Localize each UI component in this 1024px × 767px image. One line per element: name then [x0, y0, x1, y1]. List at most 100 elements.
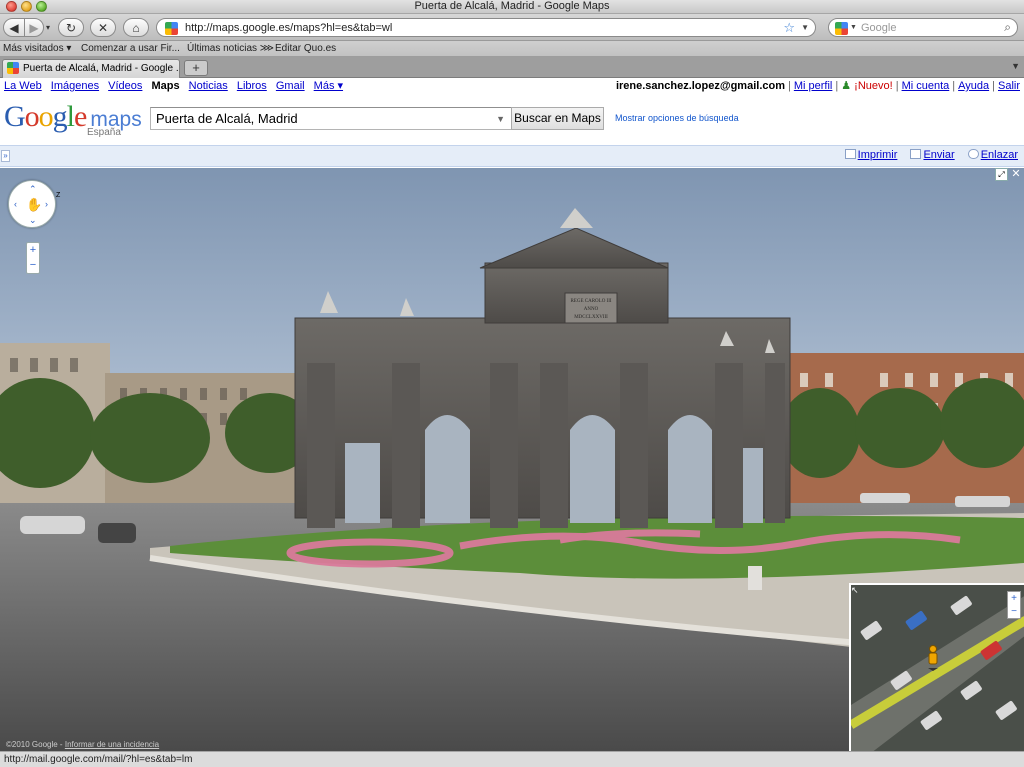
nav-videos[interactable]: Vídeos	[108, 80, 142, 92]
pan-up-icon[interactable]: ⌃	[29, 184, 37, 195]
tab-favicon-icon	[7, 62, 19, 74]
tab-label: Puerta de Alcalá, Madrid - Google ...	[23, 63, 180, 74]
nav-imagenes[interactable]: Imágenes	[51, 80, 99, 92]
map-toolbar: » Imprimir Enviar Enlazar	[0, 145, 1024, 167]
print-link[interactable]: Imprimir	[858, 149, 898, 161]
search-placeholder[interactable]: Google	[861, 22, 896, 34]
link-link[interactable]: Enlazar	[981, 149, 1018, 161]
copyright: ©2010 Google - Informar de una incidenci…	[6, 740, 159, 749]
google-services-nav: La Web Imágenes Vídeos Maps Noticias Lib…	[4, 78, 349, 95]
zoom-window-button[interactable]	[36, 1, 47, 12]
bookmark-star-icon[interactable]: ☆	[783, 20, 795, 36]
window-title: Puerta de Alcalá, Madrid - Google Maps	[414, 0, 610, 12]
bookmarks-bar: Más visitados ▾ Comenzar a usar Fir... Ú…	[0, 41, 1024, 57]
inscription-line-1: REGE CAROLO III	[570, 299, 611, 304]
site-favicon-icon	[165, 22, 178, 35]
nav-gmail[interactable]: Gmail	[276, 80, 305, 92]
tab-bar: Puerta de Alcalá, Madrid - Google ... + …	[0, 57, 1024, 78]
back-arrow-icon: ◀	[9, 20, 19, 35]
print-icon[interactable]	[844, 149, 856, 159]
profile-link[interactable]: Mi perfil	[794, 80, 833, 92]
navigation-toolbar: ◀ ▶ ▾ ↻ ✕ ⌂ http://maps.google.es/maps?h…	[0, 14, 1024, 41]
inscription-line-2: ANNO	[584, 307, 599, 312]
stop-button[interactable]: ✕	[90, 18, 116, 37]
search-engine-icon[interactable]	[835, 22, 848, 35]
send-link[interactable]: Enviar	[923, 149, 954, 161]
window-titlebar: Puerta de Alcalá, Madrid - Google Maps	[0, 0, 1024, 14]
street-view-minimap[interactable]: ↖ + −	[849, 583, 1024, 751]
nav-libros[interactable]: Libros	[237, 80, 267, 92]
status-text: http://mail.google.com/mail/?hl=es&tab=l…	[4, 754, 193, 765]
url-text[interactable]: http://maps.google.es/maps?hl=es&tab=wl	[185, 22, 392, 34]
bookmark-editar-quo[interactable]: Editar Quo.es	[275, 41, 336, 56]
back-button[interactable]: ◀	[3, 18, 25, 37]
nuevo-badge[interactable]: ¡Nuevo!	[854, 80, 893, 92]
search-history-dropdown-icon[interactable]: ▼	[496, 108, 505, 130]
signout-link[interactable]: Salir	[998, 80, 1020, 92]
nav-maps: Maps	[151, 80, 180, 92]
account-link[interactable]: Mi cuenta	[902, 80, 950, 92]
minimap-zoom-in-button[interactable]: +	[1008, 592, 1020, 605]
fullscreen-icon[interactable]: ⤢	[995, 168, 1008, 181]
google-wordmark: Google	[4, 100, 87, 133]
nav-noticias[interactable]: Noticias	[189, 80, 228, 92]
maps-search-input[interactable]: Puerta de Alcalá, Madrid ▼	[150, 107, 512, 130]
compass-n-icon: Z	[56, 192, 61, 199]
pan-down-icon[interactable]: ⌄	[29, 215, 37, 226]
forward-arrow-icon: ▶	[29, 20, 39, 35]
tab-google-maps[interactable]: Puerta de Alcalá, Madrid - Google ...	[2, 59, 180, 78]
google-maps-logo[interactable]: Google maps España	[4, 100, 142, 142]
minimize-window-button[interactable]	[21, 1, 32, 12]
reload-icon: ↻	[65, 20, 77, 35]
nav-mas[interactable]: Más ▾	[314, 80, 343, 92]
pan-right-icon[interactable]: ›	[45, 199, 48, 209]
help-link[interactable]: Ayuda	[958, 80, 989, 92]
hand-icon[interactable]: ✋	[26, 197, 42, 213]
country-label: España	[87, 127, 121, 138]
zoom-out-button[interactable]: −	[27, 258, 39, 273]
close-street-view-icon[interactable]: ✕	[1010, 168, 1022, 181]
search-engine-dropdown-icon[interactable]: ▼	[850, 24, 857, 31]
user-email: irene.sanchez.lopez@gmail.com	[615, 80, 785, 92]
zoom-control[interactable]: + −	[26, 242, 40, 274]
reload-button[interactable]: ↻	[58, 18, 84, 37]
navigation-control[interactable]: ⌃ ⌄ ‹ › ✋	[8, 180, 56, 228]
minimap-zoom-control[interactable]: + −	[1007, 591, 1021, 619]
zoom-in-button[interactable]: +	[27, 243, 39, 258]
url-bar[interactable]: http://maps.google.es/maps?hl=es&tab=wl …	[156, 18, 816, 37]
nav-la-web[interactable]: La Web	[4, 80, 42, 92]
street-view-panorama[interactable]: REGE CAROLO III ANNO MDCCLXXVIII ⌃ ⌄ ‹ ›…	[0, 168, 1024, 751]
link-icon[interactable]	[967, 149, 979, 159]
web-search-box[interactable]: ▼ Google ⌕	[828, 18, 1018, 37]
google-bar: La Web Imágenes Vídeos Maps Noticias Lib…	[0, 78, 1024, 96]
search-maps-button[interactable]: Buscar en Maps	[511, 107, 604, 130]
home-button[interactable]: ⌂	[123, 18, 149, 37]
tab-list-icon[interactable]: ▼	[1011, 61, 1020, 71]
new-tab-button[interactable]: +	[184, 60, 208, 76]
stop-icon: ✕	[97, 20, 109, 35]
bookmark-getting-started[interactable]: Comenzar a usar Fir...	[81, 41, 180, 56]
report-problem-link[interactable]: Informar de una incidencia	[65, 740, 159, 749]
pan-left-icon[interactable]: ‹	[14, 199, 17, 209]
url-dropdown-icon[interactable]: ▼	[801, 23, 809, 32]
pegman-icon[interactable]	[926, 645, 940, 671]
map-actions: Imprimir Enviar Enlazar	[835, 149, 1018, 161]
copyright-text: ©2010 Google -	[6, 740, 63, 749]
forward-button[interactable]: ▶	[24, 18, 44, 37]
search-icon[interactable]: ⌕	[1004, 20, 1011, 35]
status-bar: http://mail.google.com/mail/?hl=es&tab=l…	[0, 751, 1024, 767]
search-query[interactable]: Puerta de Alcalá, Madrid	[156, 111, 298, 126]
account-nav: irene.sanchez.lopez@gmail.com | Mi perfil |…	[615, 80, 1020, 92]
inscription-line-3: MDCCLXXVIII	[574, 315, 608, 320]
email-icon[interactable]	[910, 149, 922, 159]
home-icon: ⌂	[132, 20, 140, 35]
minimap-zoom-out-button[interactable]: −	[1008, 605, 1020, 618]
history-dropdown-icon[interactable]: ▾	[46, 23, 50, 32]
bookmark-most-visited[interactable]: Más visitados ▾	[3, 41, 71, 56]
close-window-button[interactable]	[6, 1, 17, 12]
new-icon: ♟	[841, 80, 852, 92]
bookmark-latest-news[interactable]: Últimas noticias ⋙	[187, 41, 274, 56]
search-options-link[interactable]: Mostrar opciones de búsqueda	[615, 113, 739, 123]
minimap-expand-icon[interactable]: ↖	[851, 585, 859, 596]
collapse-panel-button[interactable]: »	[1, 150, 10, 162]
